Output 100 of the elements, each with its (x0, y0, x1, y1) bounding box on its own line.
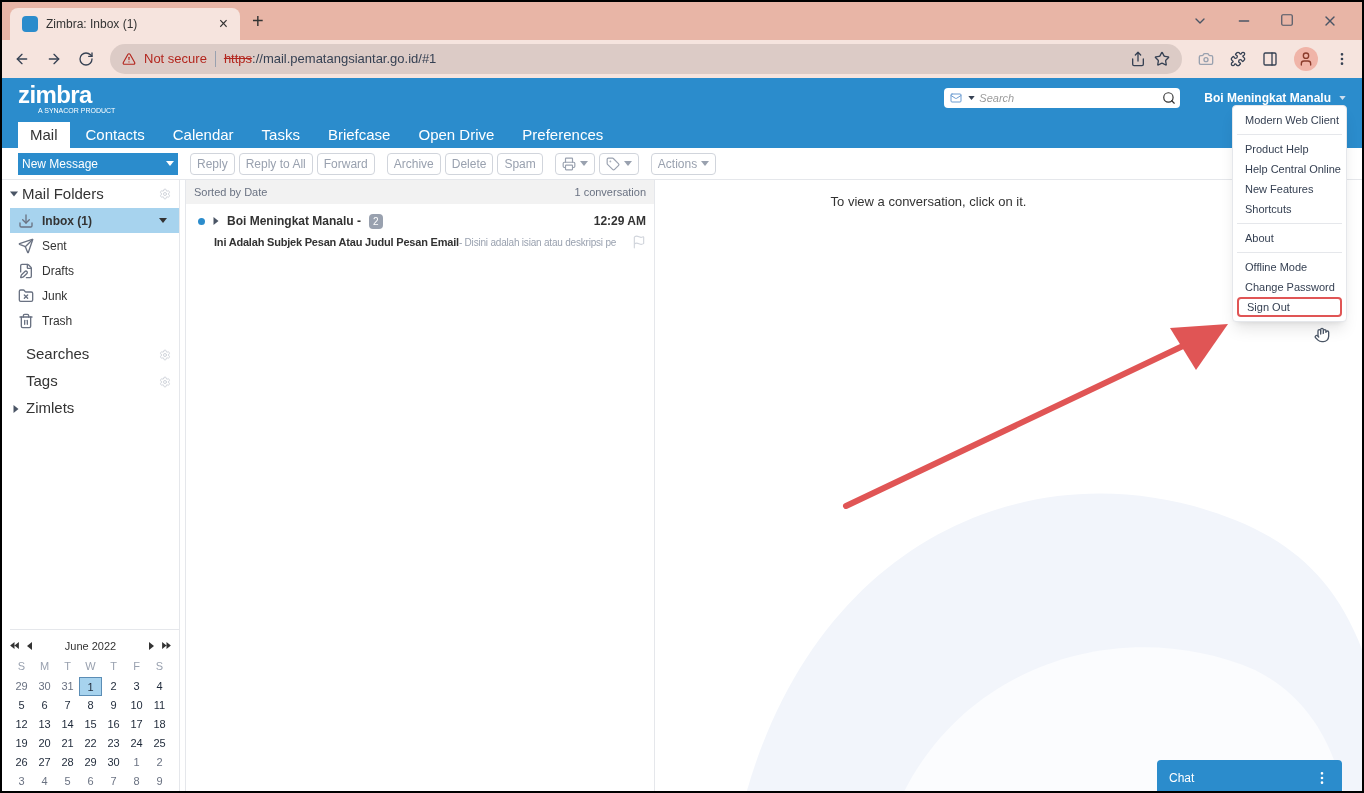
menu-item[interactable]: About (1237, 228, 1342, 248)
sidebar-section[interactable]: Searches (26, 343, 155, 366)
calendar-day[interactable]: 23 (102, 734, 125, 753)
expand-arrow-icon[interactable] (213, 217, 219, 225)
profile-avatar[interactable] (1294, 47, 1318, 71)
menu-item[interactable]: Help Central Online (1237, 159, 1342, 179)
calendar-day[interactable]: 2 (148, 753, 171, 772)
app-tab[interactable]: Contacts (73, 122, 157, 148)
calendar-day[interactable]: 8 (79, 696, 102, 715)
calendar-day[interactable]: 17 (125, 715, 148, 734)
calendar-day[interactable]: 8 (125, 772, 148, 791)
app-tab[interactable]: Briefcase (315, 122, 403, 148)
sidebar-section[interactable]: Tags (26, 370, 155, 393)
search-icon[interactable] (1162, 91, 1177, 105)
collapse-arrow-icon[interactable] (10, 191, 18, 197)
zimbra-logo[interactable]: zimbra (18, 82, 116, 107)
calendar-day[interactable]: 30 (33, 677, 56, 696)
calendar-day[interactable]: 11 (148, 696, 171, 715)
search-input[interactable]: Search (979, 89, 1159, 107)
sidebar-section[interactable]: Zimlets (26, 397, 171, 420)
forward-icon[interactable] (46, 51, 62, 67)
weekday-label: T (63, 659, 72, 674)
user-menu-button[interactable]: Boi Meningkat Manalu (1204, 89, 1346, 107)
calendar-day[interactable]: 7 (56, 696, 79, 715)
folder-item[interactable]: Inbox (1) (10, 208, 179, 233)
menu-item[interactable]: Shortcuts (1237, 199, 1342, 219)
calendar-day[interactable]: 30 (102, 753, 125, 772)
app-tab[interactable]: Calendar (160, 122, 246, 148)
reload-icon[interactable] (78, 51, 94, 67)
app-tab[interactable]: Open Drive (406, 122, 507, 148)
caret-icon[interactable] (968, 96, 976, 100)
calendar-day[interactable]: 1 (125, 753, 148, 772)
restore-icon[interactable] (1280, 13, 1294, 27)
extensions-icon[interactable] (1230, 51, 1246, 67)
bookmark-star-icon[interactable] (1154, 51, 1170, 67)
calendar-day[interactable]: 4 (33, 772, 56, 791)
calendar-day[interactable]: 3 (125, 677, 148, 696)
calendar-day[interactable]: 16 (102, 715, 125, 734)
folder-item[interactable]: Drafts (10, 258, 179, 283)
calendar-day[interactable]: 5 (10, 696, 33, 715)
sort-label[interactable]: Sorted by Date (194, 183, 268, 201)
next-month-icon[interactable] (149, 641, 154, 650)
folder-item[interactable]: Sent (10, 233, 179, 258)
calendar-day[interactable]: 28 (56, 753, 79, 772)
browser-tab[interactable]: Zimbra: Inbox (1) × (10, 8, 240, 40)
calendar-day[interactable]: 31 (56, 677, 79, 696)
calendar-day[interactable]: 25 (148, 734, 171, 753)
calendar-day[interactable]: 21 (56, 734, 79, 753)
side-panel-icon[interactable] (1262, 51, 1278, 67)
next-year-icon[interactable] (162, 642, 171, 650)
new-tab-button[interactable]: + (252, 6, 264, 36)
calendar-day[interactable]: 18 (148, 715, 171, 734)
calendar-day[interactable]: 4 (148, 677, 171, 696)
calendar-day[interactable]: 2 (102, 677, 125, 696)
new-message-button[interactable]: New Message (18, 152, 178, 175)
menu-item[interactable]: Sign Out (1237, 297, 1342, 317)
search-field[interactable]: Search (944, 88, 1181, 108)
menu-item[interactable]: Modern Web Client (1237, 110, 1342, 130)
calendar-day[interactable]: 19 (10, 734, 33, 753)
calendar-day[interactable]: 13 (33, 715, 56, 734)
calendar-day[interactable]: 5 (56, 772, 79, 791)
folder-item[interactable]: Junk (10, 283, 179, 308)
calendar-day[interactable]: 20 (33, 734, 56, 753)
calendar-day[interactable]: 26 (10, 753, 33, 772)
calendar-day[interactable]: 27 (33, 753, 56, 772)
conversation-row[interactable]: Boi Meningkat Manalu - 2 12:29 AM Ini Adalah Subjek Pesan Atau Judul Pesan Email- Disini adalah isian atau deskripsi pe (186, 204, 654, 255)
menu-item[interactable]: Offline Mode (1237, 257, 1342, 277)
calendar-day[interactable]: 29 (10, 677, 33, 696)
calendar-day[interactable]: 9 (102, 696, 125, 715)
close-tab-button[interactable]: × (218, 12, 228, 36)
caret-icon[interactable] (159, 218, 167, 223)
address-bar[interactable]: Not secure https://mail.pematangsiantar.go.id/#1 (110, 44, 1182, 74)
menu-item[interactable]: Change Password (1237, 277, 1342, 297)
app-tab[interactable]: Mail (18, 122, 70, 148)
menu-item[interactable]: New Features (1237, 179, 1342, 199)
tag-icon (605, 156, 620, 171)
calendar-day[interactable]: 6 (79, 772, 102, 791)
calendar-day[interactable]: 10 (125, 696, 148, 715)
back-icon[interactable] (14, 51, 30, 67)
folders-heading[interactable]: Mail Folders (22, 182, 155, 206)
calendar-day[interactable]: 22 (79, 734, 102, 753)
menu-item[interactable]: Product Help (1237, 139, 1342, 159)
folder-item[interactable]: Trash (10, 308, 179, 333)
calendar-day[interactable]: 12 (10, 715, 33, 734)
calendar-day[interactable]: 6 (33, 696, 56, 715)
calendar-day[interactable]: 29 (79, 753, 102, 772)
calendar-day[interactable]: 9 (148, 772, 171, 791)
previous-year-icon[interactable] (10, 642, 19, 650)
share-icon[interactable] (1130, 51, 1146, 67)
chat-panel[interactable]: Chat (1157, 760, 1342, 791)
app-tab[interactable]: Tasks (249, 122, 312, 148)
app-tab[interactable]: Preferences (510, 122, 616, 148)
calendar-day[interactable]: 1 (79, 677, 102, 696)
calendar-day[interactable]: 14 (56, 715, 79, 734)
calendar-day[interactable]: 7 (102, 772, 125, 791)
expand-arrow-icon[interactable] (13, 404, 19, 413)
previous-month-icon[interactable] (27, 641, 32, 650)
calendar-day[interactable]: 15 (79, 715, 102, 734)
calendar-day[interactable]: 3 (10, 772, 33, 791)
calendar-day[interactable]: 24 (125, 734, 148, 753)
